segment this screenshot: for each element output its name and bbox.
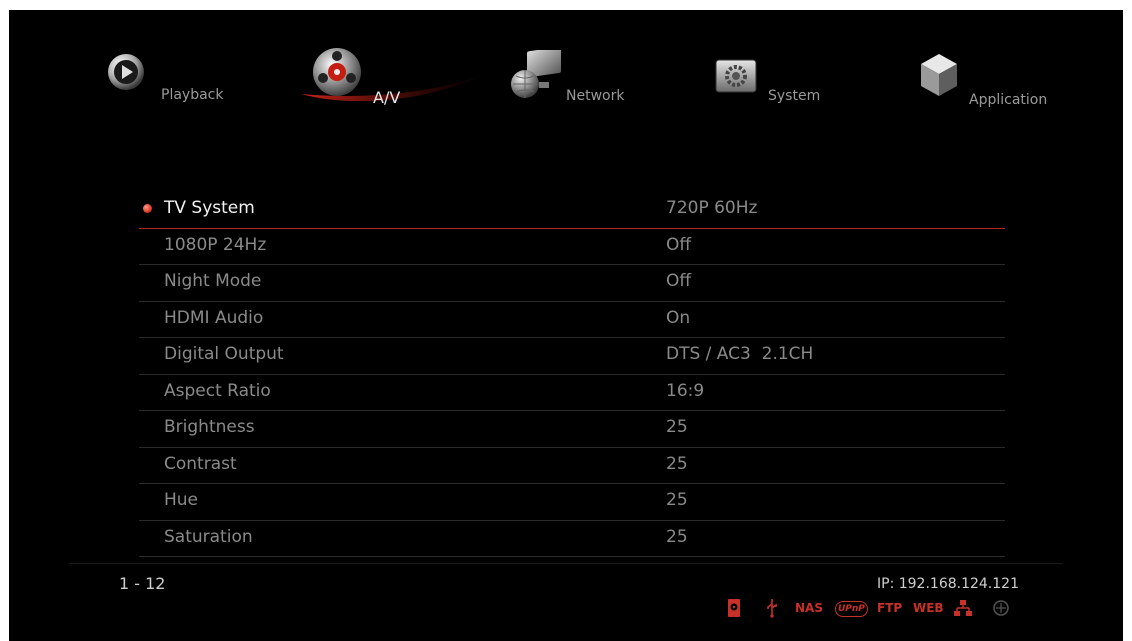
setting-name: HDMI Audio [164,307,264,328]
setting-value: 16:9 [666,380,705,401]
footer-divider [69,563,1063,564]
globe-monitor-icon [511,50,561,98]
setting-value: 25 [666,526,688,547]
tab-network[interactable]: Network [509,50,649,110]
tab-application[interactable]: Application [919,52,1079,112]
setting-name: TV System [164,198,255,218]
tab-label: Playback [161,87,224,103]
setting-name: Brightness [164,417,255,437]
status-icons: NAS UPnP FTP WEB [727,598,1027,620]
setting-value: DTS / AC3 2.1CH [666,344,814,364]
setting-row-tv-system[interactable]: TV System 720P 60Hz [139,192,1005,229]
tab-av[interactable]: A/V [291,42,491,112]
tab-label: A/V [373,88,401,107]
wifi-icon [993,600,1009,616]
page-range: 1 - 12 [119,574,166,593]
setting-row-digital-output[interactable]: Digital Output DTS / AC3 2.1CH [139,338,1005,375]
setting-row-hdmi-audio[interactable]: HDMI Audio On [139,302,1005,338]
selection-bullet-icon [143,204,152,213]
setting-name: Aspect Ratio [164,380,271,401]
play-disc-icon [108,54,144,90]
usb-icon [767,599,777,618]
setting-row-night-mode[interactable]: Night Mode Off [139,265,1005,302]
setting-row-hue[interactable]: Hue 25 [139,484,1005,521]
setting-row-aspect-ratio[interactable]: Aspect Ratio 16:9 [139,375,1005,411]
setting-name: Contrast [164,453,237,474]
hdd-icon [728,599,740,617]
nas-icon: NAS [795,601,823,615]
lan-icon [954,600,972,616]
ftp-icon: FTP [877,601,903,615]
setting-value: 25 [666,417,688,437]
setting-value: Off [666,234,692,255]
web-icon: WEB [913,601,944,615]
settings-list: TV System 720P 60Hz 1080P 24Hz Off Night… [139,192,1005,557]
setting-value: 25 [666,490,688,510]
setting-name: 1080P 24Hz [164,234,267,255]
tab-label: Application [969,92,1048,108]
setting-name: Night Mode [164,271,262,291]
setting-value: Off [666,271,692,291]
setting-row-brightness[interactable]: Brightness 25 [139,411,1005,448]
setting-value: 25 [666,453,688,474]
tab-label: System [768,88,821,104]
ip-address: IP: 192.168.124.121 [877,576,1019,592]
setting-value: On [666,307,691,328]
setting-name: Hue [164,490,199,510]
gear-panel-icon [715,59,757,93]
tab-system[interactable]: System [714,58,854,118]
setting-name: Digital Output [164,344,284,364]
cube-icon [921,54,957,96]
tab-label: Network [566,88,625,104]
setting-row-contrast[interactable]: Contrast 25 [139,448,1005,484]
setting-name: Saturation [164,526,253,547]
upnp-icon: UPnP [835,601,868,617]
setting-row-1080p-24hz[interactable]: 1080P 24Hz Off [139,229,1005,265]
tab-playback[interactable]: Playback [106,52,246,112]
setting-value: 720P 60Hz [666,198,758,218]
setting-row-saturation[interactable]: Saturation 25 [139,521,1005,557]
settings-screen: Playback A/V Network System Application … [9,10,1123,641]
